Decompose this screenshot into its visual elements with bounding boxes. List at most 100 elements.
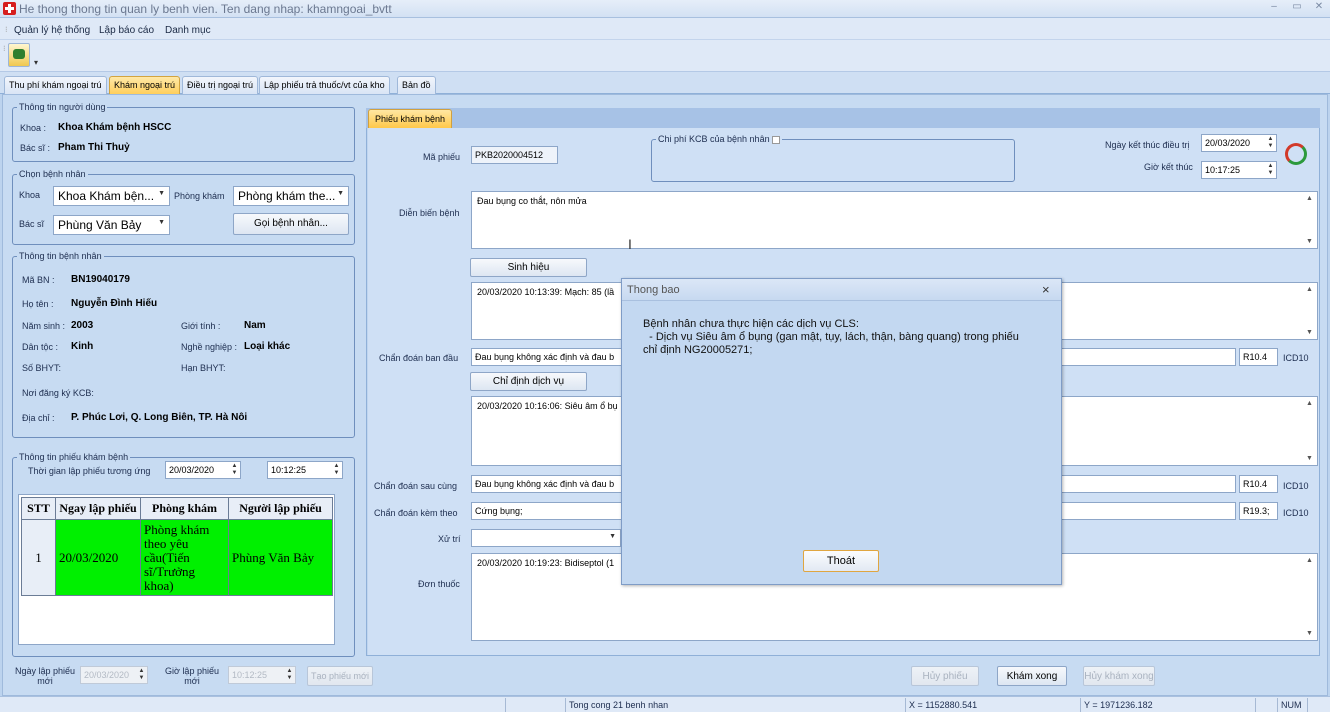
vitals-button[interactable]: Sinh hiệu xyxy=(470,258,587,277)
gender: Nam xyxy=(244,320,266,331)
scroll-down-icon[interactable]: ▼ xyxy=(1306,238,1313,245)
tab-exam-form[interactable]: Phiếu khám bệnh xyxy=(368,109,453,128)
occupation-label: Nghề nghiệp : xyxy=(181,342,238,352)
scrollbar[interactable]: ▲ ▼ xyxy=(1304,555,1316,639)
tab-outpatient-treatment[interactable]: Điều trị ngoại trú xyxy=(182,76,259,94)
visit-date-picker[interactable]: 20/03/2020 ▲ ▼ xyxy=(165,461,241,479)
initial-diagnosis-code[interactable]: R10.4 xyxy=(1239,348,1278,366)
window-title: He thong thong tin quan ly benh vien. Te… xyxy=(19,2,392,16)
scroll-up-icon[interactable]: ▲ xyxy=(1306,400,1313,407)
doctor-select-value: Phùng Văn Bảy xyxy=(58,218,142,232)
icd-label: ICD10 xyxy=(1283,353,1309,363)
khoa-label: Khoa : xyxy=(20,123,47,133)
chevron-down-icon: ▼ xyxy=(609,533,616,540)
disposition-label: Xử trí xyxy=(438,534,461,544)
dialog-title-bar xyxy=(622,279,1061,301)
exam-tab-bar xyxy=(366,108,1320,128)
tab-map[interactable]: Bản đồ xyxy=(397,76,436,94)
refresh-icon[interactable] xyxy=(1285,143,1307,165)
column-header-room[interactable]: Phòng khám xyxy=(140,497,229,520)
new-time-label: Giờ lập phiếu mới xyxy=(165,666,219,686)
address: P. Phúc Lơi, Q. Long Biên, TP. Hà Nôi xyxy=(71,412,248,423)
status-num: NUM xyxy=(1277,698,1307,712)
column-header-stt[interactable]: STT xyxy=(21,497,56,520)
icd-label: ICD10 xyxy=(1283,481,1309,491)
scroll-up-icon[interactable]: ▲ xyxy=(1306,286,1313,293)
maximize-icon[interactable]: ▭ xyxy=(1288,1,1306,15)
end-time-picker[interactable]: 10:17:25 ▲ ▼ xyxy=(1201,161,1277,179)
close-window-icon[interactable]: ✕ xyxy=(1310,1,1328,15)
scroll-down-icon[interactable]: ▼ xyxy=(1306,630,1313,637)
final-diagnosis-code[interactable]: R10.4 xyxy=(1239,475,1278,493)
secondary-diagnosis-code[interactable]: R19.3; xyxy=(1239,502,1278,520)
user-doctor: Pham Thi Thuỷ xyxy=(58,142,130,153)
visit-table[interactable]: STT Ngay lập phiếu Phòng khám Người lập … xyxy=(18,494,335,645)
column-header-creator[interactable]: Người lập phiếu xyxy=(228,497,333,520)
menu-reports[interactable]: Lập báo cáo xyxy=(99,25,154,36)
doctor-select-label: Bác sĩ xyxy=(19,219,45,229)
services-text: 20/03/2020 10:16:06: Siêu âm ổ bụ xyxy=(477,401,618,411)
undo-finish-button[interactable]: Hủy khám xong xyxy=(1083,666,1155,686)
new-time-value: 10:12:25 xyxy=(232,670,268,680)
spin-icon[interactable]: ▲ ▼ xyxy=(285,668,294,682)
minimize-icon[interactable]: – xyxy=(1265,1,1283,15)
create-visit-button[interactable]: Tạo phiếu mới xyxy=(307,666,373,686)
room-select[interactable]: Phòng khám the... ▼ xyxy=(233,186,349,206)
user-department: Khoa Khám bệnh HSCC xyxy=(58,122,172,133)
status-bar: Tong cong 21 benh nhan X = 1152880.541 Y… xyxy=(0,696,1330,712)
spin-icon[interactable]: ▲ ▼ xyxy=(230,463,239,477)
registration-place-label: Nơi đăng ký KCB: xyxy=(22,388,94,398)
exit-button[interactable]: Thoát xyxy=(803,550,879,572)
exam-id-field[interactable]: PKB2020004512 xyxy=(471,146,558,164)
prescription-label: Đơn thuốc xyxy=(418,579,460,589)
call-patient-button[interactable]: Gọi bệnh nhân... xyxy=(233,213,349,235)
tab-outpatient-exam[interactable]: Khám ngoại trú xyxy=(109,76,181,94)
new-date-picker[interactable]: 20/03/2020 ▲ ▼ xyxy=(80,666,148,684)
scrollbar[interactable]: ▲ ▼ xyxy=(1304,193,1316,247)
menu-catalog[interactable]: Danh mục xyxy=(165,25,211,36)
spin-icon[interactable]: ▲ ▼ xyxy=(332,463,341,477)
spin-icon[interactable]: ▲ ▼ xyxy=(137,668,146,682)
close-icon[interactable]: × xyxy=(1042,282,1050,297)
khoa-select-label: Khoa xyxy=(19,190,41,200)
menu-system[interactable]: Quản lý hệ thống xyxy=(14,25,90,36)
text-cursor-icon: I xyxy=(628,236,632,252)
visit-date-value: 20/03/2020 xyxy=(169,465,215,475)
table-row[interactable]: 1 20/03/2020 Phòng khám theo yêu cầu(Tiế… xyxy=(21,519,333,596)
scroll-up-icon[interactable]: ▲ xyxy=(1306,557,1313,564)
disposition-select[interactable]: ▼ xyxy=(471,529,621,547)
order-service-button[interactable]: Chỉ định dịch vụ xyxy=(470,372,587,391)
patient-id: BN19040179 xyxy=(71,274,130,285)
group-legend: Thông tin bệnh nhân xyxy=(19,251,102,261)
ethnicity-label: Dân tộc : xyxy=(22,342,59,352)
birth-year-label: Năm sinh : xyxy=(22,321,66,331)
tab-outpatient-fee[interactable]: Thu phí khám ngoại trú xyxy=(4,76,107,94)
new-date-label: Ngày lập phiếu mới xyxy=(14,666,76,686)
tab-return-slip[interactable]: Lập phiếu trả thuốc/vt của kho xyxy=(259,76,390,94)
new-time-picker[interactable]: 10:12:25 ▲ ▼ xyxy=(228,666,296,684)
cell-room: Phòng khám theo yêu cầu(Tiến sĩ/Trưởng k… xyxy=(140,519,229,596)
visit-time-picker[interactable]: 10:12:25 ▲ ▼ xyxy=(267,461,343,479)
finish-exam-button[interactable]: Khám xong xyxy=(997,666,1067,686)
scroll-up-icon[interactable]: ▲ xyxy=(1306,195,1313,202)
column-header-date[interactable]: Ngay lập phiếu xyxy=(55,497,141,520)
cell-date: 20/03/2020 xyxy=(55,519,141,596)
group-legend: Thông tin phiếu khám bệnh xyxy=(19,452,129,462)
department-select[interactable]: Khoa Khám bện... ▼ xyxy=(53,186,170,206)
status-cell-empty xyxy=(1307,698,1327,712)
progress-textarea[interactable]: Đau bụng co thắt, nôn mửa ▲ ▼ xyxy=(471,191,1318,249)
toolbar xyxy=(0,40,1330,72)
chevron-down-icon[interactable]: ▾ xyxy=(34,58,38,67)
spin-icon[interactable]: ▲ ▼ xyxy=(1266,163,1275,177)
scrollbar[interactable]: ▲ ▼ xyxy=(1304,398,1316,464)
end-date-picker[interactable]: 20/03/2020 ▲ ▼ xyxy=(1201,134,1277,152)
exam-id-label: Mã phiếu xyxy=(423,152,461,162)
cancel-exam-button[interactable]: Hủy phiếu xyxy=(911,666,979,686)
spin-icon[interactable]: ▲ ▼ xyxy=(1266,136,1275,150)
tool-icon[interactable] xyxy=(8,43,30,67)
scrollbar[interactable]: ▲ ▼ xyxy=(1304,284,1316,338)
doctor-select[interactable]: Phùng Văn Bảy ▼ xyxy=(53,215,170,235)
cost-checkbox[interactable] xyxy=(772,135,781,144)
scroll-down-icon[interactable]: ▼ xyxy=(1306,329,1313,336)
scroll-down-icon[interactable]: ▼ xyxy=(1306,455,1313,462)
